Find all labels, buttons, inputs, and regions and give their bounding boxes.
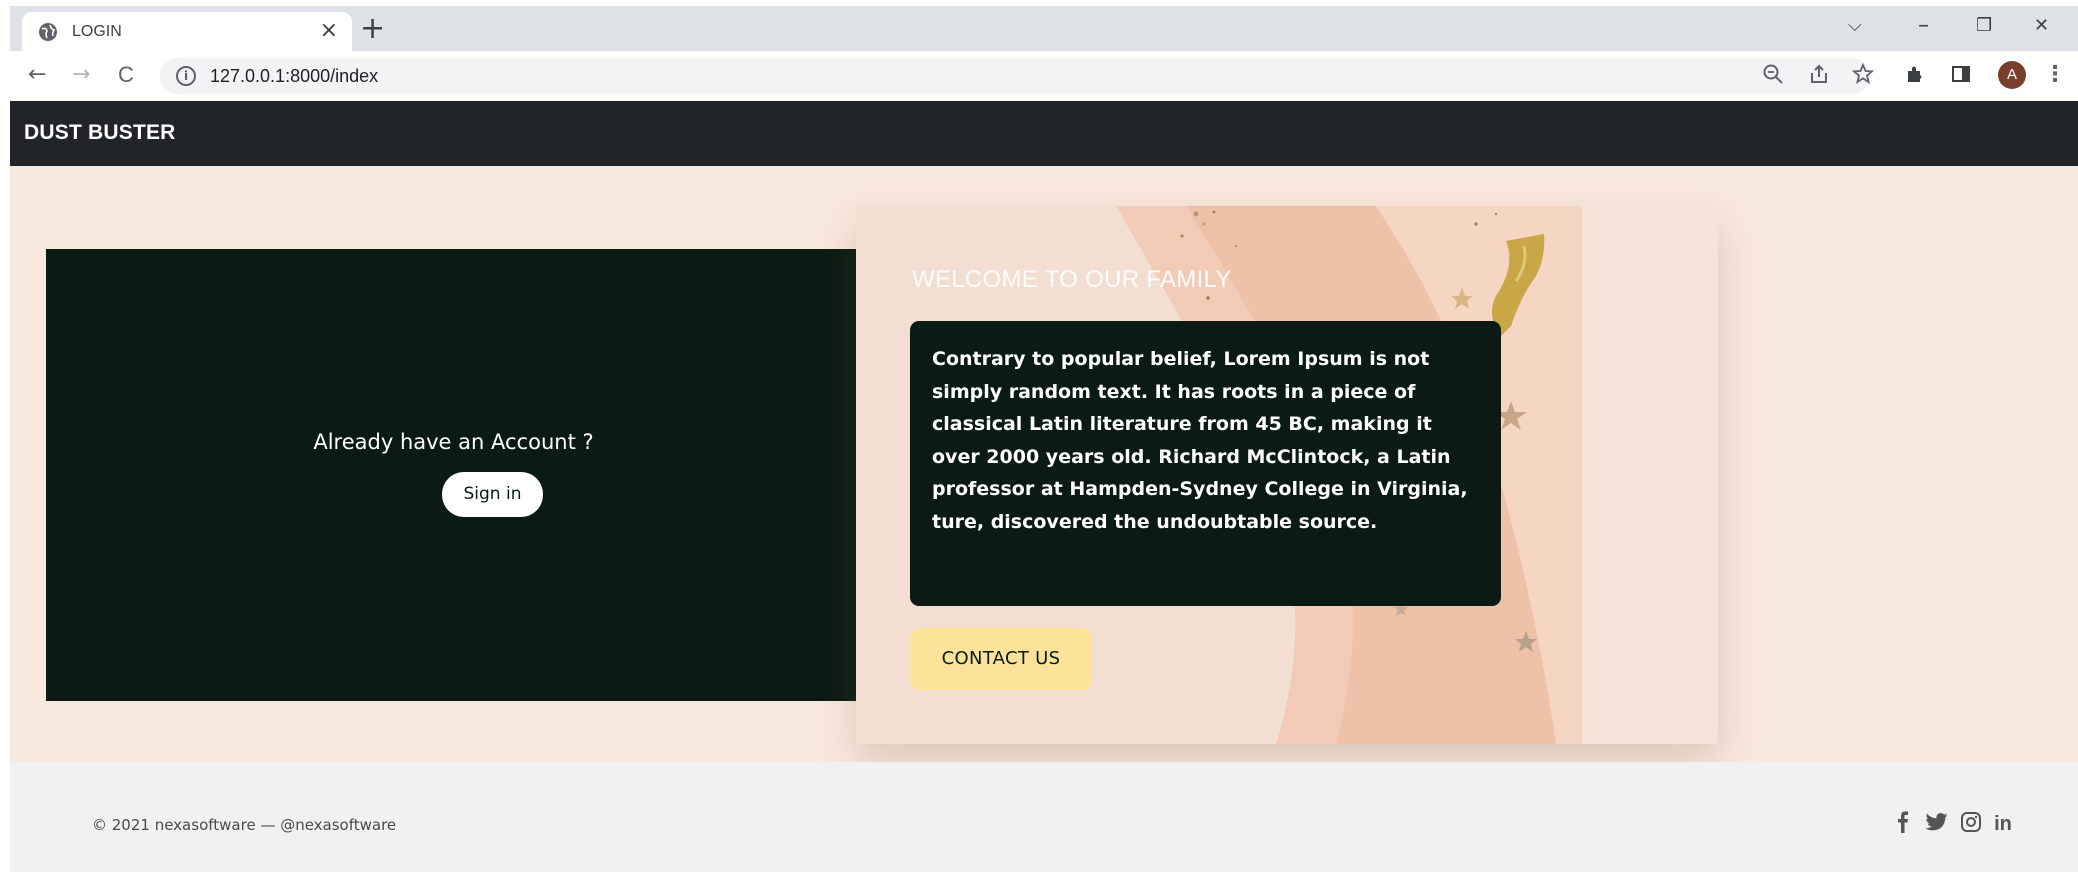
welcome-heading: WELCOME TO OUR FAMILY — [912, 266, 1232, 293]
brand-logo[interactable]: DUST BUSTER — [24, 121, 176, 145]
site-footer: © 2021 nexasoftware — @nexasoftware in — [10, 762, 2078, 872]
bookmark-star-icon[interactable] — [1851, 62, 1875, 91]
share-icon[interactable] — [1808, 63, 1830, 91]
extensions-icon[interactable] — [1904, 63, 1926, 91]
facebook-icon[interactable] — [1890, 811, 1916, 837]
instagram-icon[interactable] — [1958, 811, 1984, 837]
copyright-text: © 2021 nexasoftware — @nexasoftware — [92, 816, 397, 834]
sign-in-button[interactable]: Sign in — [442, 472, 543, 517]
welcome-card: WELCOME TO OUR FAMILY Contrary to popula… — [856, 206, 1718, 744]
maximize-icon[interactable]: ❐ — [1976, 14, 1992, 38]
browser-tabstrip: LOGIN × + ⌵ – ❐ ✕ — [10, 6, 2078, 52]
tab-close-icon[interactable]: × — [320, 19, 338, 43]
reload-icon[interactable]: C — [118, 63, 134, 87]
linkedin-icon[interactable]: in — [1990, 811, 2016, 837]
url-text[interactable]: 127.0.0.1:8000/index — [210, 66, 378, 87]
site-navbar: DUST BUSTER — [10, 101, 2078, 166]
tab-title: LOGIN — [72, 23, 122, 40]
back-icon[interactable]: ← — [28, 63, 46, 87]
forward-icon[interactable]: → — [72, 63, 90, 87]
profile-avatar[interactable]: A — [1998, 61, 2026, 89]
address-bar[interactable]: i 127.0.0.1:8000/index — [160, 58, 1870, 94]
menu-kebab-icon[interactable]: ⋮ — [2044, 63, 2066, 87]
about-paragraph: Contrary to popular belief, Lorem Ipsum … — [932, 348, 1468, 533]
browser-tab[interactable]: LOGIN × — [22, 12, 352, 52]
about-text-box: Contrary to popular belief, Lorem Ipsum … — [910, 321, 1501, 606]
account-prompt: Already have an Account ? — [313, 430, 594, 454]
globe-icon — [38, 22, 58, 42]
side-panel-icon[interactable] — [1950, 63, 1972, 91]
site-info-icon[interactable]: i — [176, 66, 196, 86]
contact-us-button[interactable]: CONTACT US — [910, 628, 1092, 690]
signin-panel: Already have an Account ? Sign in — [46, 249, 861, 701]
minimize-icon[interactable]: – — [1918, 14, 1929, 38]
close-window-icon[interactable]: ✕ — [2034, 14, 2049, 38]
new-tab-icon[interactable]: + — [360, 14, 385, 44]
twitter-icon[interactable] — [1924, 811, 1950, 837]
zoom-icon[interactable] — [1762, 63, 1784, 91]
main-section: Already have an Account ? Sign in WELCOM… — [10, 166, 2078, 762]
browser-toolbar: ← → C i 127.0.0.1:8000/index A ⋮ — [10, 51, 2078, 101]
tab-search-icon[interactable]: ⌵ — [1848, 14, 1862, 38]
